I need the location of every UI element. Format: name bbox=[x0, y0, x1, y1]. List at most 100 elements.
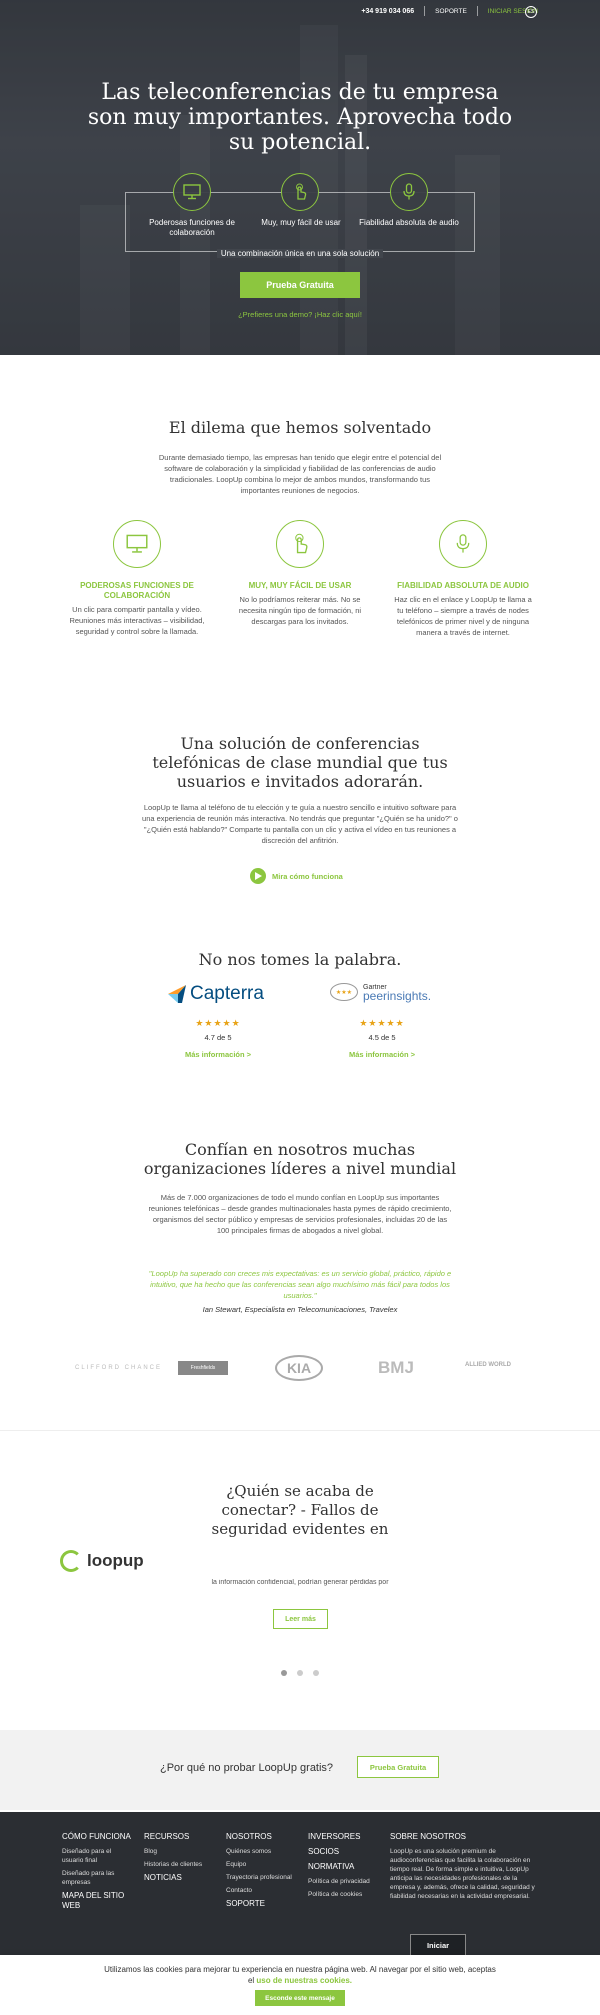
demo-link[interactable]: ¿Prefieres una demo? ¡Haz clic aquí! bbox=[200, 310, 400, 319]
gartner-rating: ★★★★★ 4.5 de 5 Más información > bbox=[312, 1018, 452, 1059]
testimonial-quote: "LoopUp ha superado con creces mis expec… bbox=[148, 1269, 452, 1300]
footer-link[interactable]: Diseñado para el usuario final bbox=[62, 1847, 132, 1865]
top-nav: +34 919 034 066 SOPORTE INICIAR SESIÓN bbox=[361, 6, 538, 16]
footer-link[interactable]: Diseñado para las empresas bbox=[62, 1869, 132, 1887]
footer-heading[interactable]: CÓMO FUNCIONA bbox=[62, 1832, 132, 1842]
solution-title: Una solución de conferencias telefónicas… bbox=[152, 734, 448, 791]
footer-login-button[interactable]: Iniciar bbox=[410, 1934, 466, 1956]
blog-post-title[interactable]: ¿Quién se acaba de conectar? - Fallos de… bbox=[210, 1482, 390, 1544]
footer-link[interactable]: Quiénes somos bbox=[226, 1847, 301, 1856]
footer-link[interactable]: Política de privacidad bbox=[308, 1877, 383, 1886]
footer-link[interactable]: Trayectoria profesional bbox=[226, 1873, 301, 1882]
phone-number[interactable]: +34 919 034 066 bbox=[361, 8, 414, 15]
gartner-stars-icon: ★★★ bbox=[330, 983, 358, 1001]
star-rating: ★★★★★ bbox=[195, 1018, 241, 1028]
footer-column-resources: RECURSOS Blog Historias de clientes NOTI… bbox=[144, 1832, 219, 1888]
client-logo-kia: KIA bbox=[275, 1355, 323, 1381]
monitor-icon bbox=[113, 520, 161, 568]
support-link[interactable]: SOPORTE bbox=[435, 8, 467, 15]
section-divider bbox=[0, 1430, 600, 1431]
watch-video-label: Mira cómo funciona bbox=[272, 871, 343, 881]
watch-video-link[interactable]: Mira cómo funciona bbox=[250, 868, 343, 884]
free-trial-button[interactable]: Prueba Gratuita bbox=[240, 272, 360, 298]
read-more-button[interactable]: Leer más bbox=[273, 1609, 328, 1629]
monitor-icon bbox=[173, 173, 211, 211]
feature-label: Fiabilidad absoluta de audio bbox=[359, 218, 459, 227]
footer-heading[interactable]: MAPA DEL SITIO WEB bbox=[62, 1891, 132, 1911]
rating-score: 4.7 de 5 bbox=[204, 1033, 232, 1042]
loopup-wordmark: loopup bbox=[87, 1551, 144, 1570]
dilemma-title: El dilema que hemos solventado bbox=[168, 418, 432, 437]
client-logo-clifford-chance: CLIFFORD CHANCE bbox=[75, 1365, 163, 1371]
carousel-dots bbox=[281, 1670, 319, 1676]
gartner-logo: ★★★ Gartner peerinsights. bbox=[330, 983, 432, 1003]
microphone-icon bbox=[439, 520, 487, 568]
carousel-dot[interactable] bbox=[313, 1670, 319, 1676]
nav-separator bbox=[476, 6, 478, 16]
footer-heading[interactable]: SOPORTE bbox=[226, 1899, 301, 1909]
capterra-arrow-icon bbox=[168, 985, 186, 1003]
footer-link[interactable]: Equipo bbox=[226, 1860, 301, 1869]
footer-heading[interactable]: NOSOTROS bbox=[226, 1832, 301, 1842]
testimonial-author: Ian Stewart, Especialista en Telecomunic… bbox=[202, 1305, 398, 1314]
footer-heading: SOBRE NOSOTROS bbox=[390, 1832, 467, 1841]
column-body: Haz clic en el enlace y LoopUp te llama … bbox=[394, 595, 532, 637]
hide-cookie-message-button[interactable]: Esconde este mensaje bbox=[255, 1990, 345, 2006]
footer-link[interactable]: Historias de clientes bbox=[144, 1860, 219, 1869]
solution-body: LoopUp te llama al teléfono de tu elecci… bbox=[142, 803, 458, 845]
trust-title: Confían en nosotros muchas organizacione… bbox=[143, 1140, 457, 1178]
hand-pointer-icon bbox=[281, 173, 319, 211]
loopup-logo: loopup bbox=[60, 1550, 144, 1572]
column-heading: MUY, MUY FÁCIL DE USAR bbox=[248, 581, 352, 590]
client-logo-bmj: BMJ bbox=[378, 1358, 414, 1377]
more-info-link[interactable]: Más información > bbox=[312, 1050, 452, 1059]
nav-separator bbox=[424, 6, 426, 16]
footer-link[interactable]: Contacto bbox=[226, 1886, 301, 1895]
language-selector[interactable]: ES bbox=[525, 6, 537, 18]
blog-post-excerpt: la información confidencial, podrían gen… bbox=[211, 1579, 389, 1586]
microphone-icon bbox=[390, 173, 428, 211]
feature-label: Muy, muy fácil de usar bbox=[261, 218, 341, 227]
features-caption-text: Una combinación única en una sola soluci… bbox=[216, 249, 384, 258]
footer-column-investors: INVERSORES SOCIOS NORMATIVA Política de … bbox=[308, 1832, 383, 1903]
footer-column-how-it-works: CÓMO FUNCIONA Diseñado para el usuario f… bbox=[62, 1832, 132, 1916]
play-icon bbox=[250, 868, 266, 884]
column-heading: PODEROSAS FUNCIONES DE COLABORACIÓN bbox=[80, 581, 194, 600]
trust-body: Más de 7.000 organizaciones de todo el m… bbox=[148, 1193, 452, 1235]
carousel-dot[interactable] bbox=[297, 1670, 303, 1676]
hero-title: Las teleconferencias de tu empresa son m… bbox=[87, 80, 513, 155]
feature-label: Poderosas funciones de colaboración bbox=[149, 218, 235, 237]
column-body: Un clic para compartir pantalla y vídeo.… bbox=[69, 605, 205, 636]
footer-heading[interactable]: NORMATIVA bbox=[308, 1862, 383, 1872]
cookie-policy-link[interactable]: uso de nuestras cookies. bbox=[256, 1976, 352, 1985]
footer-link[interactable]: Blog bbox=[144, 1847, 219, 1856]
rating-score: 4.5 de 5 bbox=[368, 1033, 396, 1042]
reviews-title: No nos tomes la palabra. bbox=[198, 950, 402, 969]
client-logo-allied-world: ALLIED WORLD bbox=[465, 1362, 511, 1368]
hand-pointer-icon bbox=[276, 520, 324, 568]
features-caption: Una combinación única en una sola soluci… bbox=[200, 249, 400, 258]
more-info-link[interactable]: Más información > bbox=[148, 1050, 288, 1059]
loopup-logo-icon bbox=[60, 1550, 82, 1572]
dilemma-body: Durante demasiado tiempo, las empresas h… bbox=[158, 453, 442, 495]
footer-column-about: NOSOTROS Quiénes somos Equipo Trayectori… bbox=[226, 1832, 301, 1914]
column-body: No lo podríamos reiterar más. No se nece… bbox=[238, 595, 362, 626]
cookie-message: Utilizamos las cookies para mejorar tu e… bbox=[100, 1964, 500, 1986]
footer-heading[interactable]: INVERSORES bbox=[308, 1832, 383, 1842]
footer-about-text: LoopUp es una solución premium de audioc… bbox=[390, 1848, 535, 1900]
carousel-dot[interactable] bbox=[281, 1670, 287, 1676]
footer-link[interactable]: Política de cookies bbox=[308, 1890, 383, 1899]
footer-about: SOBRE NOSOTROS LoopUp es una solución pr… bbox=[390, 1832, 540, 1901]
column-heading: FIABILIDAD ABSOLUTA DE AUDIO bbox=[397, 581, 529, 590]
client-logos: CLIFFORD CHANCE Freshfields KIA BMJ ALLI… bbox=[75, 1355, 525, 1385]
client-logo-freshfields: Freshfields bbox=[178, 1361, 228, 1375]
capterra-wordmark: Capterra bbox=[190, 983, 264, 1004]
capterra-rating: ★★★★★ 4.7 de 5 Más información > bbox=[148, 1018, 288, 1059]
footer-heading[interactable]: SOCIOS bbox=[308, 1847, 383, 1857]
free-trial-prompt: ¿Por qué no probar LoopUp gratis? bbox=[160, 1762, 334, 1774]
capterra-logo: Capterra bbox=[168, 983, 264, 1005]
peerinsights-wordmark: peerinsights. bbox=[363, 989, 432, 1003]
free-trial-button[interactable]: Prueba Gratuita bbox=[357, 1756, 439, 1778]
footer-heading[interactable]: RECURSOS bbox=[144, 1832, 219, 1842]
footer-heading[interactable]: NOTICIAS bbox=[144, 1873, 219, 1883]
